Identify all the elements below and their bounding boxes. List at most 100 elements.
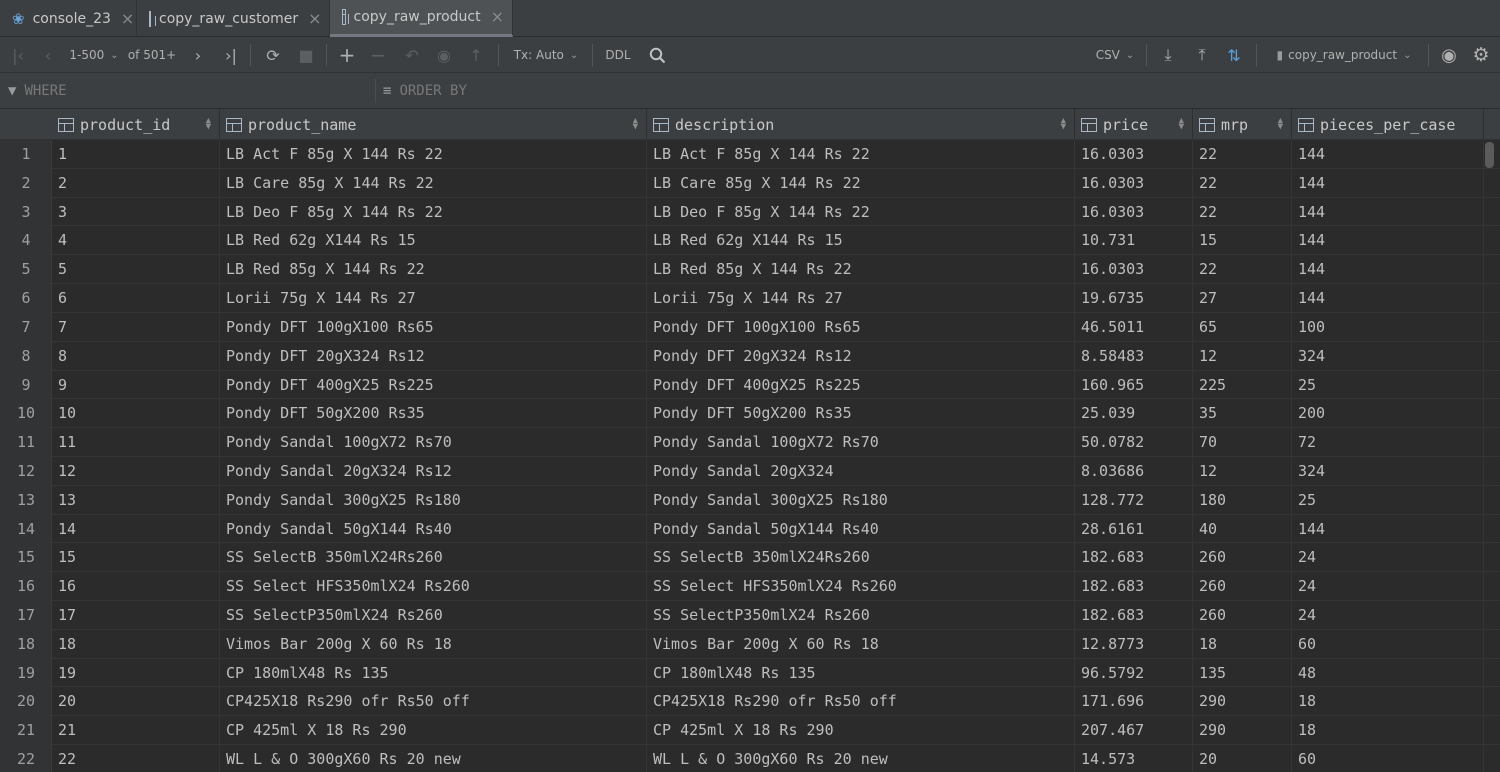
cell-mrp[interactable]: 18 bbox=[1193, 629, 1292, 659]
cell-mrp[interactable]: 22 bbox=[1193, 255, 1292, 285]
cell-product-id[interactable]: 21 bbox=[52, 716, 220, 746]
cell-description[interactable]: Pondy Sandal 100gX72 Rs70 bbox=[647, 428, 1075, 457]
sort-toggle-icon[interactable]: ▲ ▼ bbox=[206, 117, 211, 132]
row-number[interactable]: 12 bbox=[0, 457, 52, 486]
row-number[interactable]: 5 bbox=[0, 255, 52, 284]
cell-price[interactable]: 12.8773 bbox=[1075, 629, 1193, 659]
row-number[interactable]: 9 bbox=[0, 371, 52, 400]
cell-pieces-per-case[interactable]: 60 bbox=[1292, 745, 1484, 772]
cell-product-id[interactable]: 15 bbox=[52, 543, 220, 573]
cell-mrp[interactable]: 135 bbox=[1193, 658, 1292, 688]
row-number[interactable]: 6 bbox=[0, 284, 52, 313]
cell-pieces-per-case[interactable]: 25 bbox=[1292, 485, 1484, 515]
cell-description[interactable]: Pondy Sandal 20gX324 bbox=[647, 456, 1075, 486]
cell-pieces-per-case[interactable]: 324 bbox=[1292, 341, 1484, 371]
close-icon[interactable]: × bbox=[308, 10, 321, 27]
cell-mrp[interactable]: 12 bbox=[1193, 341, 1292, 371]
table-row[interactable]: 3 3 LB Deo F 85g X 144 Rs 22 LB Deo F 85g X… bbox=[0, 197, 1500, 227]
cell-description[interactable]: LB Deo F 85g X 144 Rs 22 bbox=[647, 197, 1075, 227]
cell-product-name[interactable]: WL L & O 300gX60 Rs 20 new bbox=[220, 745, 647, 772]
row-number[interactable]: 22 bbox=[0, 745, 52, 772]
cell-product-name[interactable]: Lorii 75g X 144 Rs 27 bbox=[220, 284, 647, 313]
cell-pieces-per-case[interactable]: 144 bbox=[1292, 514, 1484, 544]
table-row[interactable]: 19 19 CP 180mlX48 Rs 135 CP 180mlX48 Rs 135… bbox=[0, 658, 1500, 688]
stop-icon[interactable]: ■ bbox=[294, 37, 318, 73]
page-range-selector[interactable]: 1-500 ⌄ bbox=[66, 37, 122, 73]
cell-mrp[interactable]: 40 bbox=[1193, 514, 1292, 544]
cell-product-name[interactable]: Pondy DFT 50gX200 Rs35 bbox=[220, 399, 647, 429]
table-row[interactable]: 14 14 Pondy Sandal 50gX144 Rs40 Pondy Sanda… bbox=[0, 514, 1500, 544]
row-number[interactable]: 16 bbox=[0, 572, 52, 601]
cell-description[interactable]: Pondy Sandal 300gX25 Rs180 bbox=[647, 485, 1075, 515]
table-row[interactable]: 11 11 Pondy Sandal 100gX72 Rs70 Pondy Sanda… bbox=[0, 428, 1500, 457]
cell-description[interactable]: LB Care 85g X 144 Rs 22 bbox=[647, 168, 1075, 198]
cell-mrp[interactable]: 180 bbox=[1193, 485, 1292, 515]
cell-pieces-per-case[interactable]: 144 bbox=[1292, 284, 1484, 313]
cell-product-name[interactable]: CP425X18 Rs290 ofr Rs50 off bbox=[220, 687, 647, 717]
revert-icon[interactable]: ↶ bbox=[400, 37, 424, 73]
cell-description[interactable]: Pondy DFT 400gX25 Rs225 bbox=[647, 370, 1075, 400]
cell-product-id[interactable]: 14 bbox=[52, 514, 220, 544]
cell-product-name[interactable]: LB Red 85g X 144 Rs 22 bbox=[220, 255, 647, 285]
row-number[interactable]: 3 bbox=[0, 198, 52, 227]
cell-product-id[interactable]: 4 bbox=[52, 226, 220, 256]
table-row[interactable]: 8 8 Pondy DFT 20gX324 Rs12 Pondy DFT 20gX32… bbox=[0, 341, 1500, 371]
cell-product-id[interactable]: 13 bbox=[52, 485, 220, 515]
cell-pieces-per-case[interactable]: 24 bbox=[1292, 572, 1484, 601]
column-header-description[interactable]: description ▲ ▼ bbox=[647, 109, 1075, 140]
cell-pieces-per-case[interactable]: 200 bbox=[1292, 399, 1484, 429]
cell-product-name[interactable]: Pondy Sandal 50gX144 Rs40 bbox=[220, 514, 647, 544]
cell-mrp[interactable]: 65 bbox=[1193, 312, 1292, 342]
cell-pieces-per-case[interactable]: 24 bbox=[1292, 601, 1484, 630]
cell-product-id[interactable]: 18 bbox=[52, 629, 220, 659]
cell-description[interactable]: LB Red 62g X144 Rs 15 bbox=[647, 226, 1075, 256]
cell-description[interactable]: Pondy DFT 100gX100 Rs65 bbox=[647, 312, 1075, 342]
transaction-mode-selector[interactable]: Tx: Auto ⌄ bbox=[508, 37, 584, 73]
table-row[interactable]: 13 13 Pondy Sandal 300gX25 Rs180 Pondy Sand… bbox=[0, 485, 1500, 515]
reload-icon[interactable]: ⟳ bbox=[260, 37, 286, 73]
cell-product-id[interactable]: 12 bbox=[52, 456, 220, 486]
cell-mrp[interactable]: 260 bbox=[1193, 543, 1292, 573]
table-row[interactable]: 6 6 Lorii 75g X 144 Rs 27 Lorii 75g X 144 R… bbox=[0, 284, 1500, 313]
cell-price[interactable]: 25.039 bbox=[1075, 399, 1193, 429]
sort-toggle-icon[interactable]: ▲ ▼ bbox=[1061, 117, 1066, 132]
row-number[interactable]: 19 bbox=[0, 659, 52, 688]
column-header-pieces-per-case[interactable]: pieces_per_case bbox=[1292, 109, 1484, 140]
cell-product-id[interactable]: 5 bbox=[52, 255, 220, 285]
cell-price[interactable]: 19.6735 bbox=[1075, 284, 1193, 313]
cell-price[interactable]: 8.58483 bbox=[1075, 341, 1193, 371]
cell-pieces-per-case[interactable]: 144 bbox=[1292, 255, 1484, 285]
cell-mrp[interactable]: 225 bbox=[1193, 370, 1292, 400]
delete-row-icon[interactable]: − bbox=[366, 37, 390, 73]
order-by-input[interactable]: ≡ ORDER BY bbox=[383, 73, 883, 109]
cell-price[interactable]: 171.696 bbox=[1075, 687, 1193, 717]
cell-description[interactable]: CP 425ml X 18 Rs 290 bbox=[647, 716, 1075, 746]
cell-product-name[interactable]: Pondy DFT 400gX25 Rs225 bbox=[220, 370, 647, 400]
cell-pieces-per-case[interactable]: 324 bbox=[1292, 456, 1484, 486]
cell-description[interactable]: CP 180mlX48 Rs 135 bbox=[647, 658, 1075, 688]
export-format-selector[interactable]: CSV ⌄ bbox=[1090, 37, 1140, 73]
cell-product-id[interactable]: 1 bbox=[52, 140, 220, 169]
cell-price[interactable]: 16.0303 bbox=[1075, 197, 1193, 227]
row-number[interactable]: 10 bbox=[0, 399, 52, 428]
cell-product-id[interactable]: 17 bbox=[52, 601, 220, 630]
cell-product-id[interactable]: 9 bbox=[52, 370, 220, 400]
gear-icon[interactable]: ⚙ bbox=[1468, 37, 1494, 73]
compare-icon[interactable]: ⇅ bbox=[1222, 37, 1246, 73]
table-row[interactable]: 1 1 LB Act F 85g X 144 Rs 22 LB Act F 85g X… bbox=[0, 140, 1500, 169]
cell-mrp[interactable]: 22 bbox=[1193, 197, 1292, 227]
cell-product-id[interactable]: 22 bbox=[52, 745, 220, 772]
table-row[interactable]: 2 2 LB Care 85g X 144 Rs 22 LB Care 85g X 1… bbox=[0, 168, 1500, 198]
cell-description[interactable]: SS Select HFS350mlX24 Rs260 bbox=[647, 572, 1075, 601]
cell-product-name[interactable]: Vimos Bar 200g X 60 Rs 18 bbox=[220, 629, 647, 659]
table-row[interactable]: 16 16 SS Select HFS350mlX24 Rs260 SS Select… bbox=[0, 572, 1500, 601]
cell-mrp[interactable]: 15 bbox=[1193, 226, 1292, 256]
cell-mrp[interactable]: 290 bbox=[1193, 716, 1292, 746]
cell-pieces-per-case[interactable]: 72 bbox=[1292, 428, 1484, 457]
column-header-product-id[interactable]: product_id ▲ ▼ bbox=[52, 109, 220, 140]
row-number[interactable]: 20 bbox=[0, 687, 52, 716]
cell-mrp[interactable]: 290 bbox=[1193, 687, 1292, 717]
cell-pieces-per-case[interactable]: 48 bbox=[1292, 658, 1484, 688]
cell-description[interactable]: SS SelectP350mlX24 Rs260 bbox=[647, 601, 1075, 630]
cell-pieces-per-case[interactable]: 144 bbox=[1292, 168, 1484, 198]
